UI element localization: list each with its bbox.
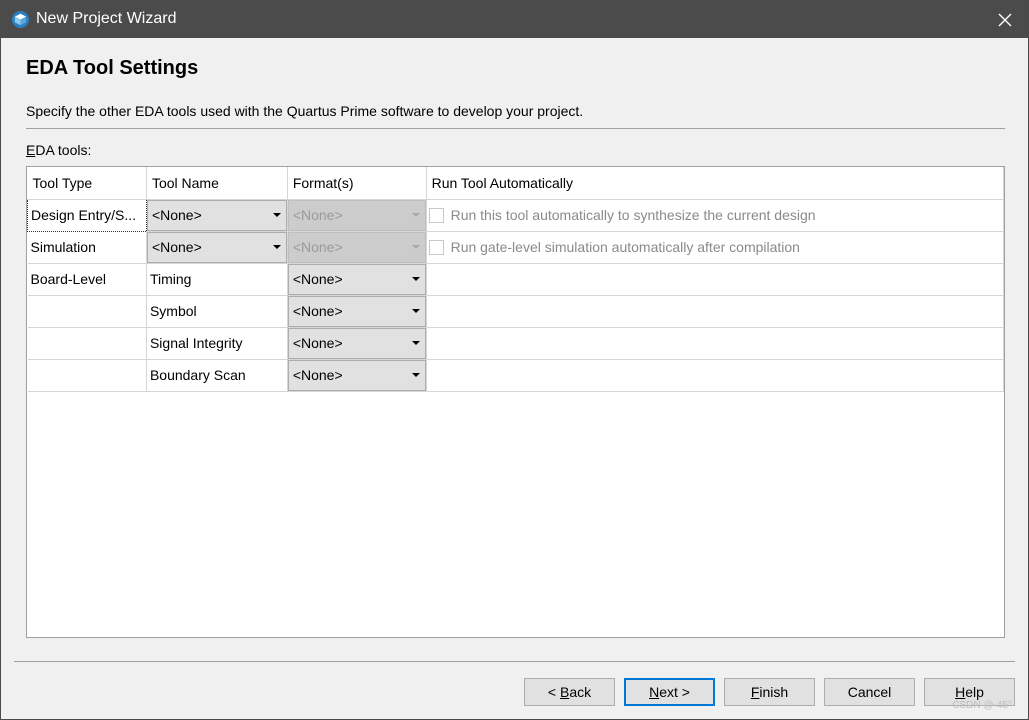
table-row-board-symbol[interactable]: Symbol <None>: [27, 295, 1005, 328]
boundary-scan-formats-dropdown[interactable]: <None>: [287, 359, 426, 390]
run-synthesis-checkbox: [428, 207, 444, 223]
dropdown-value: <None>: [292, 366, 343, 383]
back-mnemonic: B: [559, 684, 570, 700]
dropdown-value: <None>: [151, 238, 202, 255]
table-row-design-entry[interactable]: Design Entry/S... <None> <None> Run this…: [27, 198, 1005, 232]
page-title: EDA Tool Settings: [26, 57, 199, 79]
header-divider: [26, 128, 1005, 129]
table-row-board-timing[interactable]: Board-Level Timing <None>: [27, 263, 1005, 296]
cancel-label: Cancel: [847, 684, 892, 700]
dropdown-value: <None>: [292, 206, 343, 223]
window-title: New Project Wizard: [36, 10, 177, 27]
next-rest: ext >: [659, 684, 690, 700]
formats-cell: <None>: [287, 231, 427, 264]
run-auto-cell: [426, 359, 1005, 392]
page-description: Specify the other EDA tools used with th…: [26, 103, 584, 119]
eda-tools-label: EDA tools:: [26, 142, 91, 158]
simulation-tool-name-dropdown[interactable]: <None>: [146, 231, 287, 262]
table-row-board-boundary-scan[interactable]: Boundary Scan <None>: [27, 359, 1005, 392]
run-auto-cell: [426, 295, 1005, 328]
design-entry-formats-dropdown: <None>: [287, 199, 426, 230]
back-rest: ack: [569, 684, 592, 700]
tool-name-cell[interactable]: Timing: [146, 263, 288, 296]
eda-tools-label-mnemonic: E: [26, 142, 36, 158]
title-bar[interactable]: New Project Wizard: [1, 1, 1028, 38]
column-header-formats[interactable]: Format(s): [287, 167, 427, 200]
watermark: CSDN @-45°: [952, 700, 1012, 711]
tool-name-cell[interactable]: Signal Integrity: [146, 327, 288, 360]
cancel-button[interactable]: Cancel: [824, 678, 915, 706]
tool-type-cell[interactable]: [27, 359, 147, 392]
column-header-tool-type[interactable]: Tool Type: [27, 167, 147, 200]
column-header-tool-name[interactable]: Tool Name: [146, 167, 288, 200]
tool-name-cell[interactable]: <None>: [146, 199, 288, 232]
tool-name-cell[interactable]: <None>: [146, 231, 288, 264]
chevron-down-icon: [272, 244, 281, 249]
formats-cell[interactable]: <None>: [287, 327, 427, 360]
tool-type-cell[interactable]: Simulation: [27, 231, 147, 264]
next-mnemonic: N: [649, 684, 660, 700]
dropdown-value: <None>: [292, 238, 343, 255]
close-icon: [998, 13, 1012, 26]
chevron-down-icon: [411, 212, 420, 217]
tool-name-cell[interactable]: Symbol: [146, 295, 288, 328]
tool-type-cell[interactable]: Design Entry/S...: [27, 198, 147, 232]
help-rest: elp: [965, 684, 984, 700]
run-auto-cell: Run this tool automatically to synthesiz…: [426, 199, 1005, 232]
tool-type-cell[interactable]: [27, 295, 147, 328]
column-header-run-tool-automatically[interactable]: Run Tool Automatically: [426, 167, 1005, 200]
run-synthesis-automatically: Run this tool automatically to synthesiz…: [427, 207, 1003, 223]
dropdown-value: <None>: [292, 302, 343, 319]
formats-cell: <None>: [287, 199, 427, 232]
tool-type-cell[interactable]: [27, 327, 147, 360]
eda-tools-grid: Tool Type Tool Name Format(s) Run Tool A…: [27, 167, 1005, 392]
chevron-down-icon: [411, 340, 420, 345]
run-simulation-checkbox: [428, 239, 444, 255]
help-mnemonic: H: [955, 684, 966, 700]
back-prefix: <: [547, 684, 560, 700]
next-button[interactable]: Next >: [624, 678, 715, 706]
chevron-down-icon: [411, 244, 420, 249]
table-row-simulation[interactable]: Simulation <None> <None> Run gate-level …: [27, 231, 1005, 264]
signal-integrity-formats-dropdown[interactable]: <None>: [287, 327, 426, 358]
formats-cell[interactable]: <None>: [287, 359, 427, 392]
table-row-board-signal-integrity[interactable]: Signal Integrity <None>: [27, 327, 1005, 360]
close-button[interactable]: [982, 1, 1028, 38]
chevron-down-icon: [411, 276, 420, 281]
back-button[interactable]: < Back: [524, 678, 615, 706]
run-auto-cell: [426, 327, 1005, 360]
chevron-down-icon: [411, 308, 420, 313]
run-simulation-automatically: Run gate-level simulation automatically …: [427, 239, 1003, 255]
run-simulation-label: Run gate-level simulation automatically …: [450, 239, 800, 255]
formats-cell[interactable]: <None>: [287, 263, 427, 296]
run-synthesis-label: Run this tool automatically to synthesiz…: [450, 207, 816, 223]
wizard-window: New Project Wizard EDA Tool Settings Spe…: [0, 0, 1029, 720]
timing-formats-dropdown[interactable]: <None>: [287, 263, 426, 294]
chevron-down-icon: [411, 372, 420, 377]
chevron-down-icon: [272, 212, 281, 217]
quartus-logo-icon: [11, 10, 30, 29]
design-entry-tool-name-dropdown[interactable]: <None>: [146, 199, 287, 230]
formats-cell[interactable]: <None>: [287, 295, 427, 328]
eda-tools-table[interactable]: Tool Type Tool Name Format(s) Run Tool A…: [26, 166, 1005, 638]
eda-tools-label-rest: DA tools:: [35, 142, 92, 158]
dropdown-value: <None>: [292, 270, 343, 287]
footer-divider: [14, 661, 1015, 662]
simulation-formats-dropdown: <None>: [287, 231, 426, 262]
dropdown-value: <None>: [292, 334, 343, 351]
tool-type-cell[interactable]: Board-Level: [27, 263, 147, 296]
finish-rest: inish: [759, 684, 789, 700]
run-auto-cell: [426, 263, 1005, 296]
tool-name-cell[interactable]: Boundary Scan: [146, 359, 288, 392]
run-auto-cell: Run gate-level simulation automatically …: [426, 231, 1005, 264]
dropdown-value: <None>: [151, 206, 202, 223]
symbol-formats-dropdown[interactable]: <None>: [287, 295, 426, 326]
table-header-row: Tool Type Tool Name Format(s) Run Tool A…: [27, 167, 1005, 200]
finish-button[interactable]: Finish: [724, 678, 815, 706]
